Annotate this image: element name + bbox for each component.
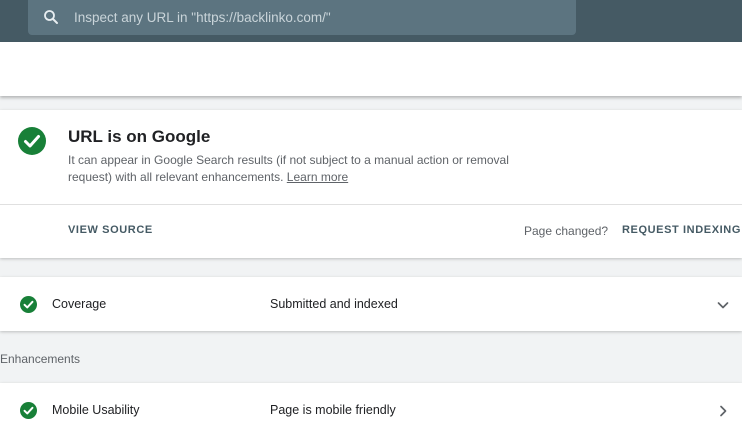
check-circle-icon xyxy=(20,296,37,313)
url-inspection-input[interactable] xyxy=(74,6,554,28)
search-icon xyxy=(44,10,58,24)
page-changed-label: Page changed? xyxy=(524,224,609,238)
url-inspection-search[interactable] xyxy=(28,0,576,35)
coverage-row[interactable]: Coverage Submitted and indexed xyxy=(0,277,742,331)
check-circle-icon xyxy=(20,402,37,419)
status-title: URL is on Google xyxy=(68,127,211,146)
url-status-card: URL is on Google It can appear in Google… xyxy=(0,110,742,258)
enhancements-heading: Enhancements xyxy=(0,352,81,366)
inspection-header-panel xyxy=(0,42,742,96)
coverage-label: Coverage xyxy=(52,297,107,311)
coverage-value: Submitted and indexed xyxy=(270,297,398,311)
card-divider xyxy=(0,204,742,205)
mobile-usability-label: Mobile Usability xyxy=(52,403,140,417)
top-app-bar xyxy=(0,0,742,42)
status-description: It can appear in Google Search results (… xyxy=(68,152,538,186)
view-source-button[interactable]: VIEW SOURCE xyxy=(68,224,153,236)
chevron-right-icon[interactable] xyxy=(715,403,731,419)
chevron-down-icon[interactable] xyxy=(715,297,731,313)
mobile-usability-row[interactable]: Mobile Usability Page is mobile friendly xyxy=(0,383,742,437)
request-indexing-button[interactable]: REQUEST INDEXING xyxy=(622,224,741,236)
learn-more-link[interactable]: Learn more xyxy=(287,170,348,184)
check-circle-icon xyxy=(18,127,46,155)
mobile-usability-value: Page is mobile friendly xyxy=(270,403,396,417)
